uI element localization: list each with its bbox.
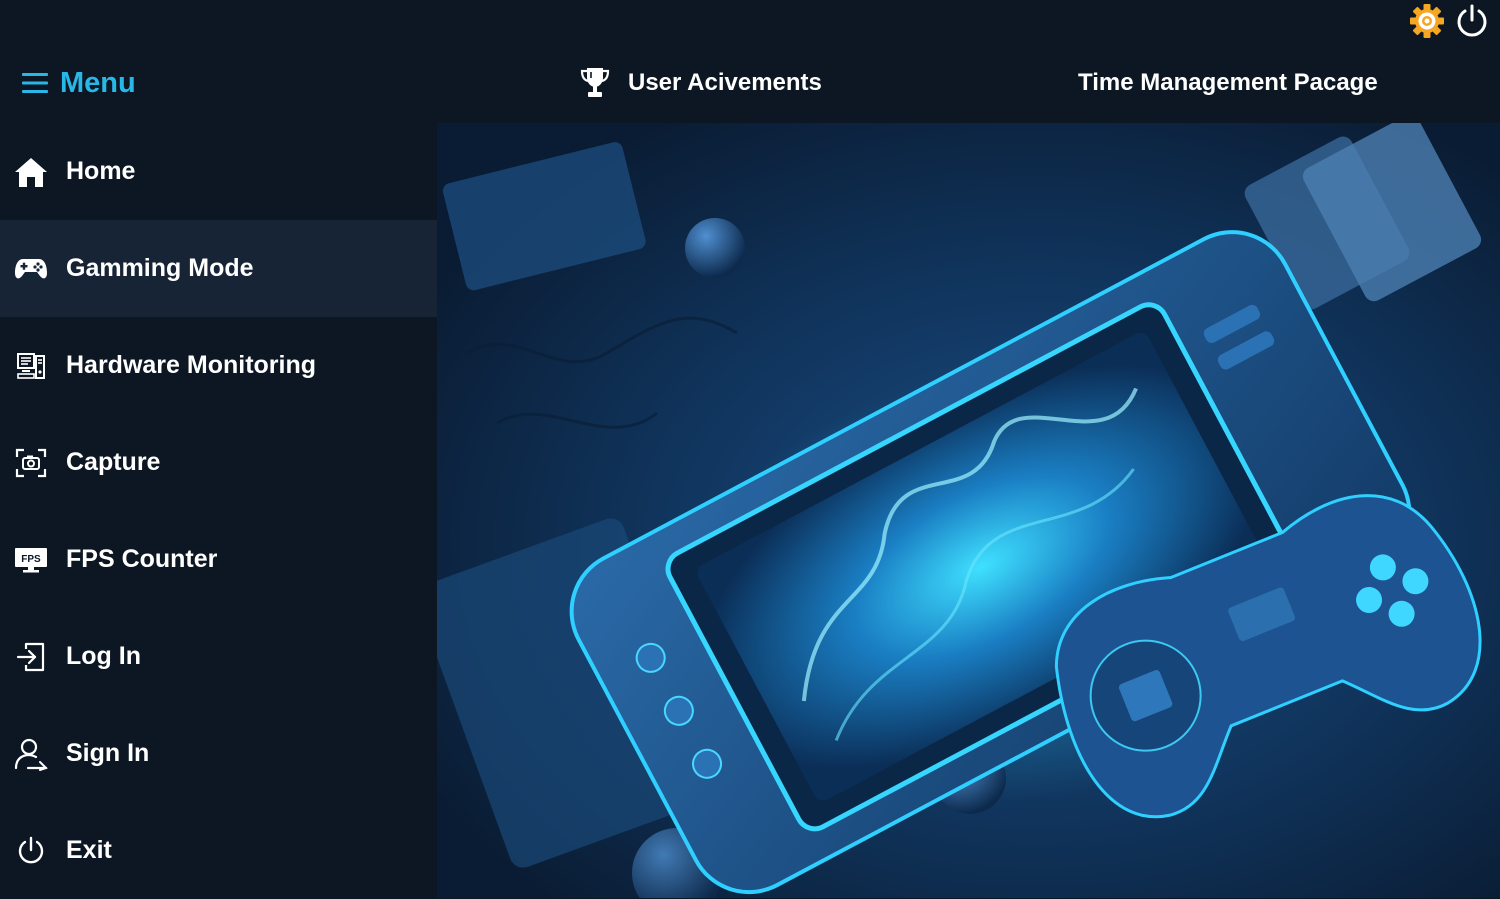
nav-time-management[interactable]: Time Management Pacage (1078, 64, 1378, 102)
settings-button[interactable] (1408, 2, 1446, 40)
sidebar: Home Gamming Mode Hardware Monitoring Ca… (0, 123, 437, 898)
sidebar-item-exit[interactable]: Exit (0, 802, 437, 899)
trophy-icon (580, 68, 610, 97)
nav-user-achievements[interactable]: User Acivements (580, 64, 822, 102)
sidebar-item-label: Gamming Mode (66, 254, 254, 282)
sidebar-item-capture[interactable]: Capture (0, 414, 437, 511)
gear-icon (1410, 4, 1444, 38)
sidebar-item-label: FPS Counter (66, 545, 218, 573)
hero-gaming-artwork (437, 123, 1500, 898)
sidebar-item-label: Exit (66, 836, 112, 864)
sidebar-item-label: Sign In (66, 739, 150, 767)
sidebar-item-label: Log In (66, 642, 141, 670)
sidebar-item-home[interactable]: Home (0, 123, 437, 220)
gamepad-icon (14, 252, 48, 286)
handheld-console-illustration (437, 123, 1482, 898)
time-management-label: Time Management Pacage (1078, 69, 1378, 96)
fps-monitor-icon: FPS (14, 543, 48, 577)
sidebar-item-label: Hardware Monitoring (66, 351, 317, 379)
sidebar-item-label: Capture (66, 448, 161, 476)
sidebar-item-label: Home (66, 157, 136, 185)
login-icon (14, 640, 48, 674)
menu-label: Menu (60, 66, 136, 99)
power-icon (1457, 4, 1487, 37)
camera-icon (14, 446, 48, 480)
sidebar-item-log-in[interactable]: Log In (0, 608, 437, 705)
power-button[interactable] (1454, 3, 1490, 39)
top-bar: Menu User Acivements Time Management Pac… (0, 0, 1500, 123)
hamburger-icon (22, 73, 48, 93)
sidebar-item-gaming-mode[interactable]: Gamming Mode (0, 220, 437, 317)
sidebar-item-sign-in[interactable]: Sign In (0, 705, 437, 802)
menu-toggle-button[interactable]: Menu (22, 64, 136, 102)
power-icon (14, 834, 48, 868)
user-add-icon (14, 737, 48, 771)
hardware-monitor-icon (14, 349, 48, 383)
sidebar-item-hardware-monitoring[interactable]: Hardware Monitoring (0, 317, 437, 414)
svg-text:FPS: FPS (21, 554, 41, 565)
home-icon (14, 155, 48, 189)
user-achievements-label: User Acivements (628, 69, 822, 96)
sidebar-item-fps-counter[interactable]: FPS FPS Counter (0, 511, 437, 608)
